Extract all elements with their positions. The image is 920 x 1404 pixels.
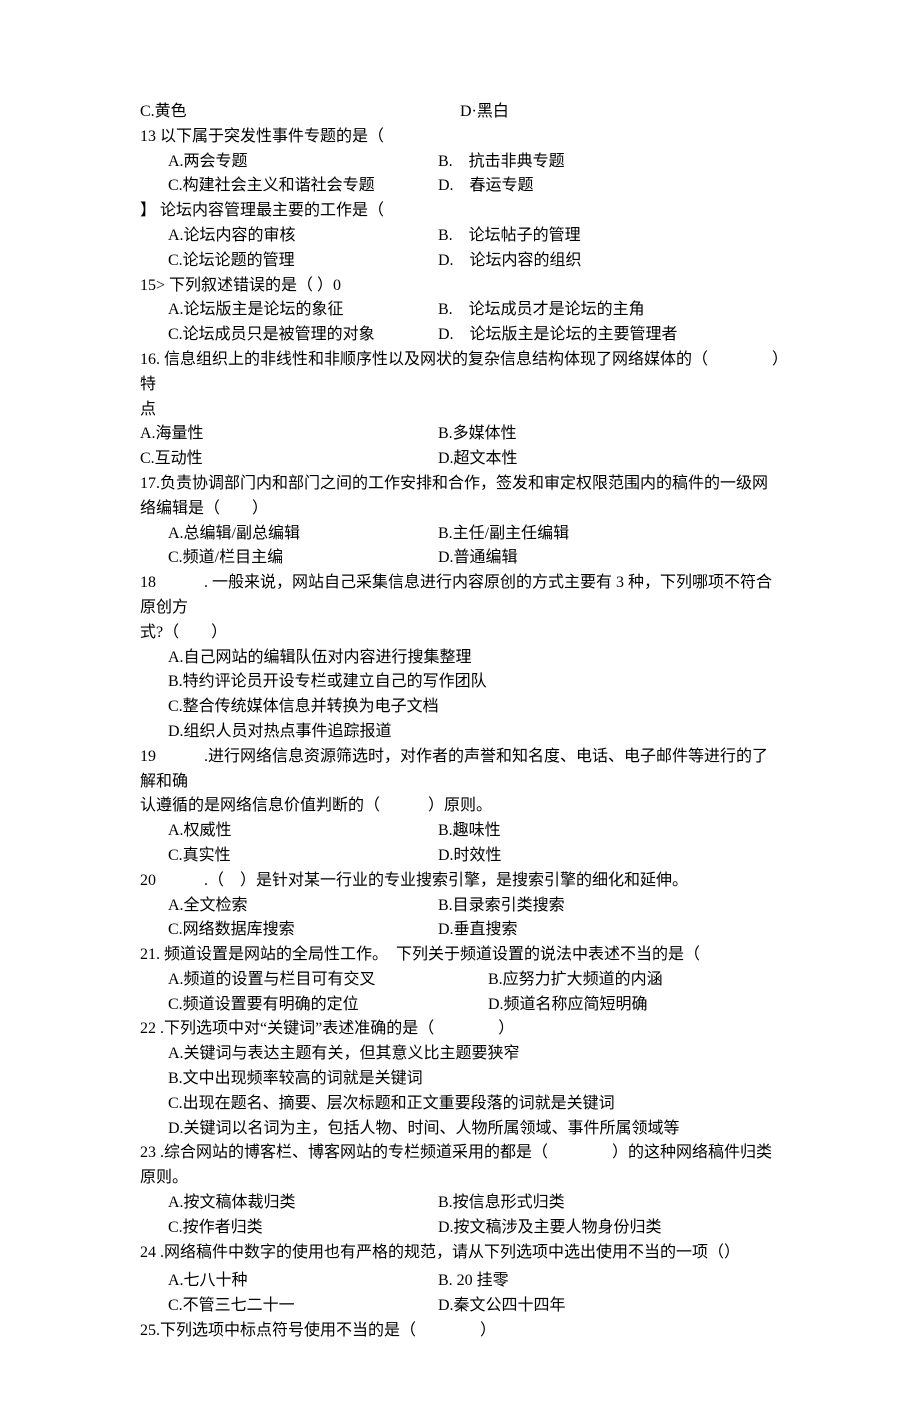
option-23-a: A.按文稿体裁归类: [168, 1191, 438, 1216]
option-16-c: C.互动性: [140, 447, 438, 472]
question-13-row-2: C.构建社会主义和谐社会专题 D. 春运专题: [168, 174, 780, 199]
prev-option-c: C.黄色: [140, 100, 460, 125]
question-20-row-2: C.网络数据库搜索 D.垂直搜索: [168, 918, 780, 943]
option-14-a: A.论坛内容的审核: [168, 224, 438, 249]
question-20-stem: 20 .（ ）是针对某一行业的专业搜索引擎，是搜索引擎的细化和延伸。: [140, 869, 780, 894]
option-16-b: B.多媒体性: [438, 422, 517, 447]
question-16-row-2: C.互动性 D.超文本性: [140, 447, 780, 472]
prev-question-options: C.黄色 D·黑白: [140, 100, 780, 125]
option-15-a: A.论坛版主是论坛的象征: [168, 298, 438, 323]
question-21-row-2: C.频道设置要有明确的定位 D.频道名称应简短明确: [168, 993, 780, 1018]
question-17-stem: 17.负责协调部门内和部门之间的工作安排和合作，签发和审定权限范围内的稿件的一级…: [140, 472, 780, 497]
option-14-c: C.论坛论题的管理: [168, 249, 438, 274]
option-20-d: D.垂直搜索: [438, 918, 780, 943]
question-16-stem: 16. 信息组织上的非线性和非顺序性以及网状的复杂信息结构体现了网络媒体的（ ）…: [140, 348, 780, 398]
question-15-row-1: A.论坛版主是论坛的象征 B. 论坛成员才是论坛的主角: [168, 298, 780, 323]
option-24-c: C.不管三七二十一: [168, 1294, 438, 1319]
prev-option-d: D·黑白: [460, 100, 509, 125]
option-19-b: B.趣味性: [438, 819, 780, 844]
question-21-stem: 21. 频道设置是网站的全局性工作。 下列关于频道设置的说法中表述不当的是（: [140, 943, 780, 968]
option-16-a: A.海量性: [140, 422, 438, 447]
question-25-stem: 25.下列选项中标点符号使用不当的是（ ）: [140, 1319, 780, 1344]
option-14-b: B. 论坛帖子的管理: [438, 224, 780, 249]
option-22-a: A.关键词与表达主题有关，但其意义比主题要狭窄: [168, 1042, 780, 1067]
question-23-stem: 23 .综合网站的博客栏、博客网站的专栏频道采用的都是（ ）的这种网络稿件归类原…: [140, 1141, 780, 1191]
option-21-a: A.频道的设置与栏目可有交叉: [168, 968, 488, 993]
option-13-d: D. 春运专题: [438, 174, 780, 199]
option-17-c: C.频道/栏目主编: [168, 546, 438, 571]
option-13-a: A.两会专题: [168, 150, 438, 175]
option-23-c: C.按作者归类: [168, 1216, 438, 1241]
question-13-stem: 13 以下属于突发性事件专题的是（: [140, 125, 780, 150]
option-13-c: C.构建社会主义和谐社会专题: [168, 174, 438, 199]
question-19-stem-cont: 认遵循的是网络信息价值判断的（ ）原则。: [140, 794, 780, 819]
option-20-b: B.目录索引类搜索: [438, 894, 780, 919]
question-19-row-2: C.真实性 D.时效性: [168, 844, 780, 869]
question-23-row-1: A.按文稿体裁归类 B.按信息形式归类: [168, 1191, 780, 1216]
question-24-stem: 24 .网络稿件中数字的使用也有严格的规范，请从下列选项中选出使用不当的一项（）: [140, 1241, 780, 1266]
question-19-stem: 19 .进行网络信息资源筛选时，对作者的声誉和知名度、电话、电子邮件等进行的了解…: [140, 745, 780, 795]
option-20-a: A.全文检索: [168, 894, 438, 919]
option-23-b: B.按信息形式归类: [438, 1191, 780, 1216]
option-15-d: D. 论坛版主是论坛的主要管理者: [438, 323, 780, 348]
option-17-d: D.普通编辑: [438, 546, 780, 571]
option-18-a: A.自己网站的编辑队伍对内容进行搜集整理: [168, 646, 780, 671]
question-14-row-1: A.论坛内容的审核 B. 论坛帖子的管理: [168, 224, 780, 249]
option-21-b: B.应努力扩大频道的内涵: [488, 968, 663, 993]
option-18-d: D.组织人员对热点事件追踪报道: [168, 720, 780, 745]
option-15-b: B. 论坛成员才是论坛的主角: [438, 298, 780, 323]
question-19-row-1: A.权威性 B.趣味性: [168, 819, 780, 844]
question-13-row-1: A.两会专题 B. 抗击非典专题: [168, 150, 780, 175]
option-24-a: A.七八十种: [168, 1269, 438, 1294]
option-24-d: D.秦文公四十四年: [438, 1294, 780, 1319]
option-22-b: B.文中出现频率较高的词就是关键词: [168, 1067, 780, 1092]
question-24-row-2: C.不管三七二十一 D.秦文公四十四年: [168, 1294, 780, 1319]
question-16-row-1: A.海量性 B.多媒体性: [140, 422, 780, 447]
option-22-c: C.出现在题名、摘要、层次标题和正文重要段落的词就是关键词: [168, 1092, 780, 1117]
option-13-b: B. 抗击非典专题: [438, 150, 780, 175]
option-17-b: B.主任/副主任编辑: [438, 522, 780, 547]
option-18-c: C.整合传统媒体信息并转换为电子文档: [168, 695, 780, 720]
option-22-d: D.关键词以名词为主，包括人物、时间、人物所属领域、事件所属领域等: [168, 1117, 780, 1142]
option-19-c: C.真实性: [168, 844, 438, 869]
question-15-row-2: C.论坛成员只是被管理的对象 D. 论坛版主是论坛的主要管理者: [168, 323, 780, 348]
option-21-c: C.频道设置要有明确的定位: [168, 993, 488, 1018]
question-24-row-1: A.七八十种 B. 20 挂零: [168, 1269, 780, 1294]
option-21-d: D.频道名称应简短明确: [488, 993, 648, 1018]
question-22-stem: 22 .下列选项中对“关键词”表述准确的是（ ）: [140, 1017, 780, 1042]
question-17-stem-cont: 络编辑是（ ）: [140, 497, 780, 522]
option-24-b: B. 20 挂零: [438, 1269, 780, 1294]
option-14-d: D. 论坛内容的组织: [438, 249, 780, 274]
question-20-row-1: A.全文检索 B.目录索引类搜索: [168, 894, 780, 919]
option-23-d: D.按文稿涉及主要人物身份归类: [438, 1216, 780, 1241]
option-19-a: A.权威性: [168, 819, 438, 844]
question-15-stem: 15> 下列叙述错误的是（ ）0: [140, 274, 780, 299]
question-18-stem: 18 . 一般来说，网站自己采集信息进行内容原创的方式主要有 3 种，下列哪项不…: [140, 571, 780, 621]
option-19-d: D.时效性: [438, 844, 780, 869]
question-14-stem: 】 论坛内容管理最主要的工作是（: [140, 199, 780, 224]
option-20-c: C.网络数据库搜索: [168, 918, 438, 943]
question-23-row-2: C.按作者归类 D.按文稿涉及主要人物身份归类: [168, 1216, 780, 1241]
question-17-row-1: A.总编辑/副总编辑 B.主任/副主任编辑: [168, 522, 780, 547]
question-21-row-1: A.频道的设置与栏目可有交叉 B.应努力扩大频道的内涵: [168, 968, 780, 993]
option-15-c: C.论坛成员只是被管理的对象: [168, 323, 438, 348]
option-17-a: A.总编辑/副总编辑: [168, 522, 438, 547]
option-18-b: B.特约评论员开设专栏或建立自己的写作团队: [168, 670, 780, 695]
question-18-stem-cont: 式?（ ）: [140, 621, 780, 646]
question-16-stem-cont: 点: [140, 398, 780, 423]
question-17-row-2: C.频道/栏目主编 D.普通编辑: [168, 546, 780, 571]
option-16-d: D.超文本性: [438, 447, 518, 472]
question-14-row-2: C.论坛论题的管理 D. 论坛内容的组织: [168, 249, 780, 274]
